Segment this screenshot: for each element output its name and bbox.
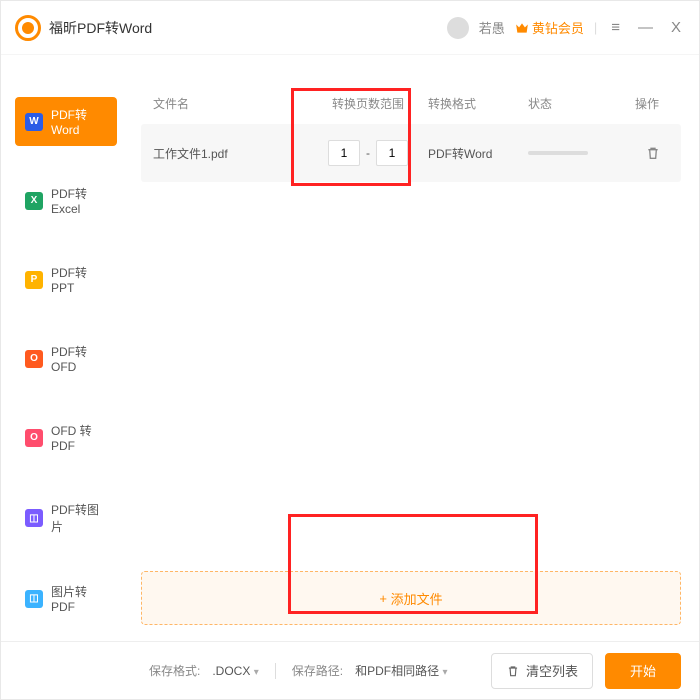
- trash-icon[interactable]: [645, 145, 661, 161]
- sidebar-icon: P: [25, 271, 43, 289]
- sidebar-item-1[interactable]: X PDF转Excel: [15, 176, 117, 225]
- sidebar-item-label: PDF转图片: [51, 501, 107, 535]
- sidebar-item-label: PDF转Word: [51, 106, 107, 137]
- sidebar-item-0[interactable]: W PDF转Word: [15, 97, 117, 146]
- titlebar: 福昕PDF转Word 若愚 黄钻会员 | ≡ — X: [1, 1, 699, 55]
- save-format-label: 保存格式:: [149, 662, 200, 679]
- plus-icon: +: [379, 591, 387, 606]
- clear-list-button[interactable]: 清空列表: [491, 653, 593, 689]
- start-button[interactable]: 开始: [605, 653, 681, 689]
- avatar-icon[interactable]: [447, 17, 469, 39]
- add-file-button[interactable]: + 添加文件: [141, 571, 681, 625]
- save-path-select[interactable]: 和PDF相同路径 ▾: [355, 662, 447, 679]
- col-format: 转换格式: [428, 95, 528, 112]
- sidebar-icon: O: [25, 429, 43, 447]
- range-from-input[interactable]: [328, 140, 360, 166]
- sidebar-item-label: PDF转OFD: [51, 343, 107, 374]
- col-range: 转换页数范围: [308, 95, 428, 112]
- chevron-down-icon: ▾: [254, 667, 259, 678]
- col-filename: 文件名: [153, 95, 308, 112]
- sidebar-icon: ◫: [25, 590, 43, 608]
- cell-status: [528, 151, 618, 155]
- range-to-input[interactable]: [376, 140, 408, 166]
- minimize-icon[interactable]: —: [634, 19, 657, 36]
- sidebar-item-label: OFD 转PDF: [51, 422, 107, 453]
- add-file-label: 添加文件: [391, 589, 443, 608]
- app-logo-icon: [15, 15, 41, 41]
- crown-icon: [515, 22, 529, 34]
- sidebar-item-label: PDF转PPT: [51, 264, 107, 295]
- chevron-down-icon: ▾: [442, 667, 447, 678]
- col-status: 状态: [528, 95, 618, 112]
- progress-bar: [528, 151, 588, 155]
- save-format-select[interactable]: .DOCX ▾: [212, 664, 258, 678]
- table-row: 工作文件1.pdf - PDF转Word: [141, 124, 681, 182]
- sidebar-item-4[interactable]: O OFD 转PDF: [15, 413, 117, 462]
- sidebar-icon: ◫: [25, 509, 43, 527]
- sidebar-icon: W: [25, 113, 43, 131]
- divider: [275, 663, 276, 679]
- cell-format: PDF转Word: [428, 145, 528, 162]
- vip-badge[interactable]: 黄钻会员: [515, 18, 584, 37]
- menu-icon[interactable]: ≡: [607, 19, 624, 36]
- vip-label: 黄钻会员: [532, 18, 584, 37]
- sidebar-item-2[interactable]: P PDF转PPT: [15, 255, 117, 304]
- user-name: 若愚: [479, 18, 505, 37]
- save-path-label: 保存路径:: [292, 662, 343, 679]
- close-icon[interactable]: X: [667, 19, 685, 36]
- sidebar-item-5[interactable]: ◫ PDF转图片: [15, 492, 117, 544]
- footer: 保存格式: .DOCX ▾ 保存路径: 和PDF相同路径 ▾ 清空列表 开始: [1, 641, 699, 699]
- cell-filename: 工作文件1.pdf: [153, 145, 308, 162]
- sidebar-item-6[interactable]: ◫ 图片转PDF: [15, 574, 117, 623]
- sidebar-item-label: PDF转Excel: [51, 185, 107, 216]
- app-title: 福昕PDF转Word: [49, 18, 152, 38]
- trash-icon: [506, 664, 520, 678]
- sidebar-item-label: 图片转PDF: [51, 583, 107, 614]
- sidebar: W PDF转Word X PDF转Excel P PDF转PPT O PDF转OFD O OFD …: [1, 55, 131, 641]
- table-header: 文件名 转换页数范围 转换格式 状态 操作: [141, 81, 681, 124]
- sidebar-icon: O: [25, 350, 43, 368]
- cell-range: -: [308, 140, 428, 166]
- sidebar-icon: X: [25, 192, 43, 210]
- clear-label: 清空列表: [526, 661, 578, 680]
- sidebar-item-3[interactable]: O PDF转OFD: [15, 334, 117, 383]
- main-panel: 文件名 转换页数范围 转换格式 状态 操作 工作文件1.pdf - PDF转Wo…: [131, 55, 699, 641]
- col-operation: 操作: [618, 95, 669, 112]
